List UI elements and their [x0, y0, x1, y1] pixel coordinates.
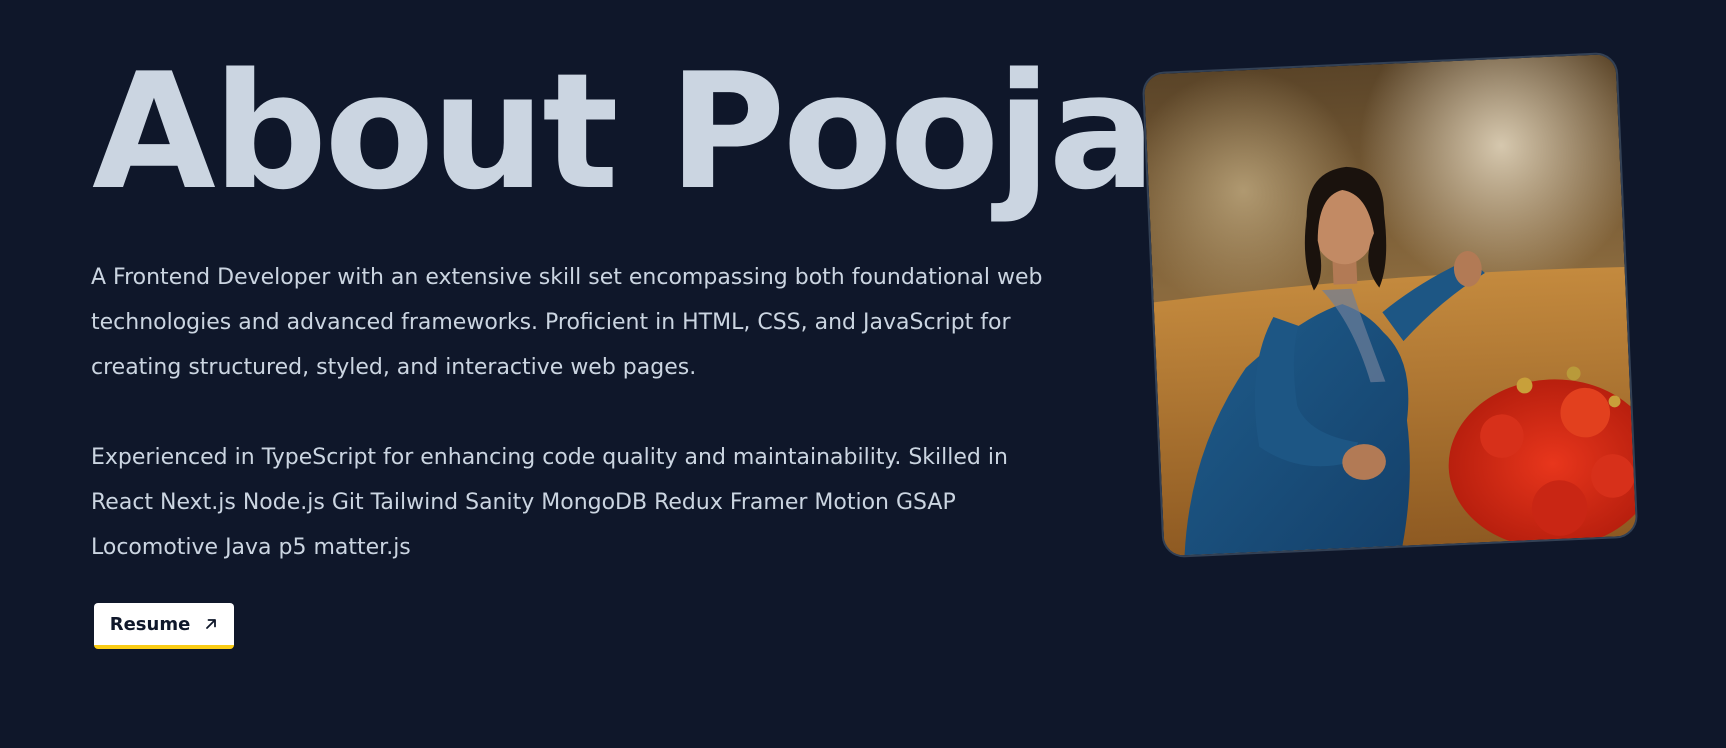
resume-button-label: Resume	[109, 613, 191, 635]
resume-button[interactable]: Resume	[94, 603, 234, 649]
skills-paragraph: Experienced in TypeScript for enhancing …	[91, 445, 1008, 560]
page-title: About Pooja	[92, 38, 1156, 225]
intro-paragraph: A Frontend Developer with an extensive s…	[91, 265, 1043, 380]
about-text: A Frontend Developer with an extensive s…	[91, 255, 1051, 615]
arrow-up-right-icon	[204, 617, 218, 631]
profile-photo	[1141, 51, 1639, 559]
